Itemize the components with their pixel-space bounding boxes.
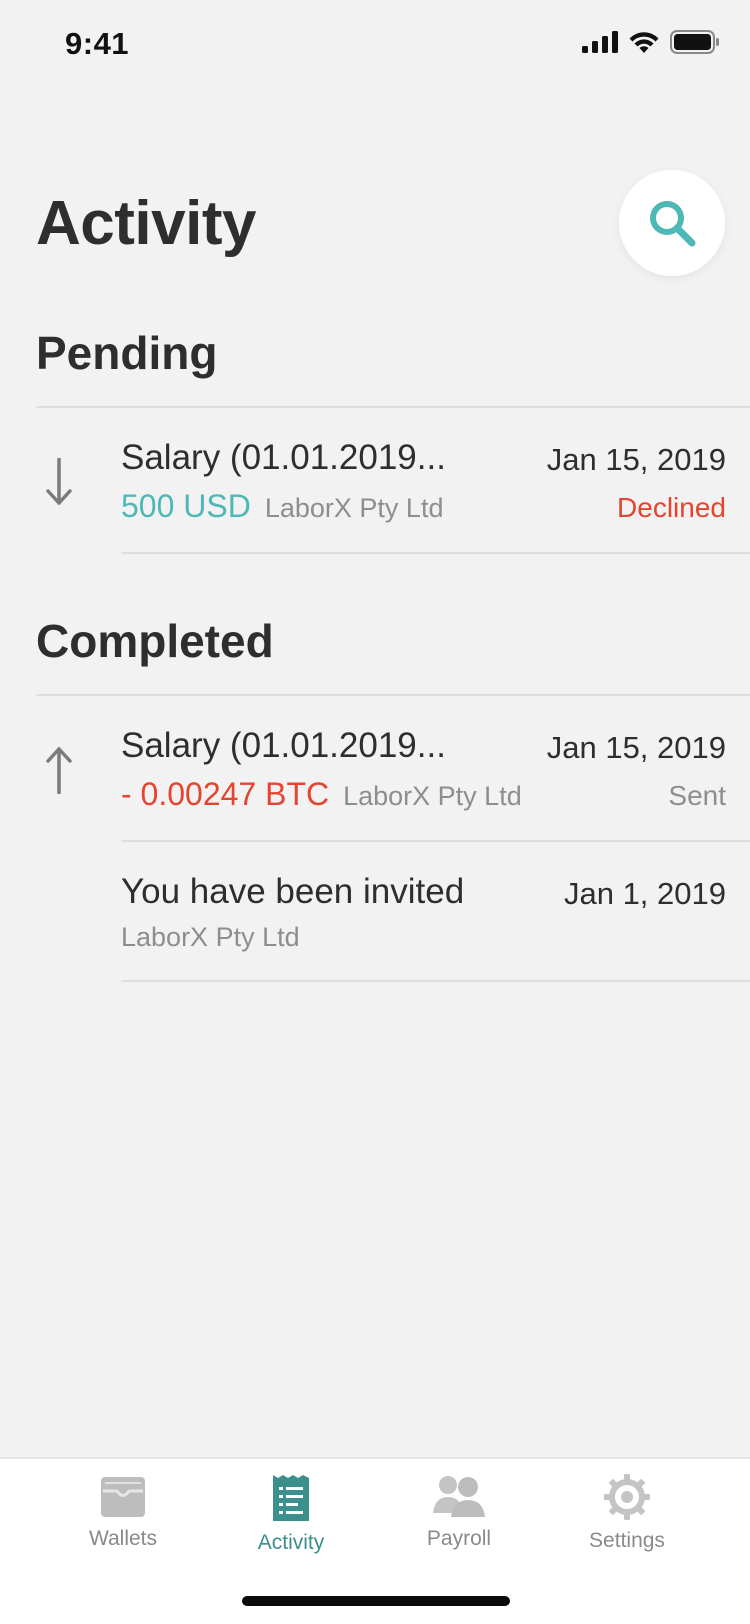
- tab-label: Activity: [257, 1531, 325, 1554]
- transaction-row[interactable]: Salary (01.01.2019... Jan 15, 2019 500 U…: [0, 408, 750, 554]
- search-icon: [650, 201, 696, 247]
- tab-activity[interactable]: Activity: [211, 1473, 371, 1573]
- status-bar: 9:41: [0, 0, 750, 90]
- transaction-details: 500 USD LaborX Pty Ltd: [121, 488, 443, 525]
- search-button[interactable]: [619, 170, 725, 276]
- cellular-signal-icon: [582, 31, 618, 53]
- transaction-date: Jan 15, 2019: [546, 730, 726, 765]
- invitation-company: LaborX Pty Ltd: [121, 922, 300, 952]
- divider: [121, 552, 750, 554]
- transaction-company: LaborX Pty Ltd: [343, 781, 522, 811]
- tab-label: Settings: [589, 1529, 665, 1552]
- wallet-icon: [101, 1477, 145, 1517]
- transaction-amount: - 0.00247 BTC: [121, 776, 330, 812]
- home-indicator: [242, 1596, 510, 1606]
- invitation-row[interactable]: You have been invited Jan 1, 2019 LaborX…: [0, 842, 750, 982]
- people-icon: [433, 1476, 485, 1517]
- battery-icon: [670, 30, 719, 54]
- wifi-icon: [629, 32, 659, 53]
- status-icons: [582, 30, 720, 54]
- tab-label: Wallets: [88, 1527, 158, 1550]
- page-title: Activity: [36, 189, 256, 258]
- tab-wallets[interactable]: Wallets: [43, 1473, 203, 1573]
- tab-settings[interactable]: Settings: [547, 1473, 707, 1573]
- transaction-title: Salary (01.01.2019...: [121, 438, 446, 477]
- transaction-date: Jan 15, 2019: [546, 442, 726, 477]
- section-title-pending: Pending: [36, 327, 218, 379]
- transaction-amount: 500 USD: [121, 488, 251, 524]
- transaction-title: Salary (01.01.2019...: [121, 726, 446, 765]
- arrow-down-icon: [46, 458, 72, 505]
- transaction-details: - 0.00247 BTC LaborX Pty Ltd: [121, 776, 522, 813]
- tab-label: Payroll: [426, 1527, 492, 1550]
- invitation-date: Jan 1, 2019: [563, 876, 726, 911]
- arrow-up-icon: [46, 747, 72, 794]
- tab-bar: Wallets Activity Payroll Settings: [0, 1457, 750, 1624]
- gear-icon: [604, 1474, 650, 1520]
- invitation-title: You have been invited: [121, 872, 465, 911]
- transaction-row[interactable]: Salary (01.01.2019... Jan 15, 2019 - 0.0…: [0, 696, 750, 842]
- activity-screen: 9:41 Activity Pending Salary (01.01.2019…: [0, 0, 750, 1624]
- divider: [121, 980, 750, 982]
- section-title-completed: Completed: [36, 615, 274, 667]
- status-sent: Sent: [668, 780, 726, 811]
- status-time: 9:41: [65, 26, 130, 61]
- status-declined: Declined: [617, 492, 726, 523]
- receipt-icon: [273, 1475, 309, 1521]
- transaction-company: LaborX Pty Ltd: [264, 493, 444, 523]
- tab-payroll[interactable]: Payroll: [379, 1473, 539, 1573]
- invitation-details: LaborX Pty Ltd: [121, 922, 300, 953]
